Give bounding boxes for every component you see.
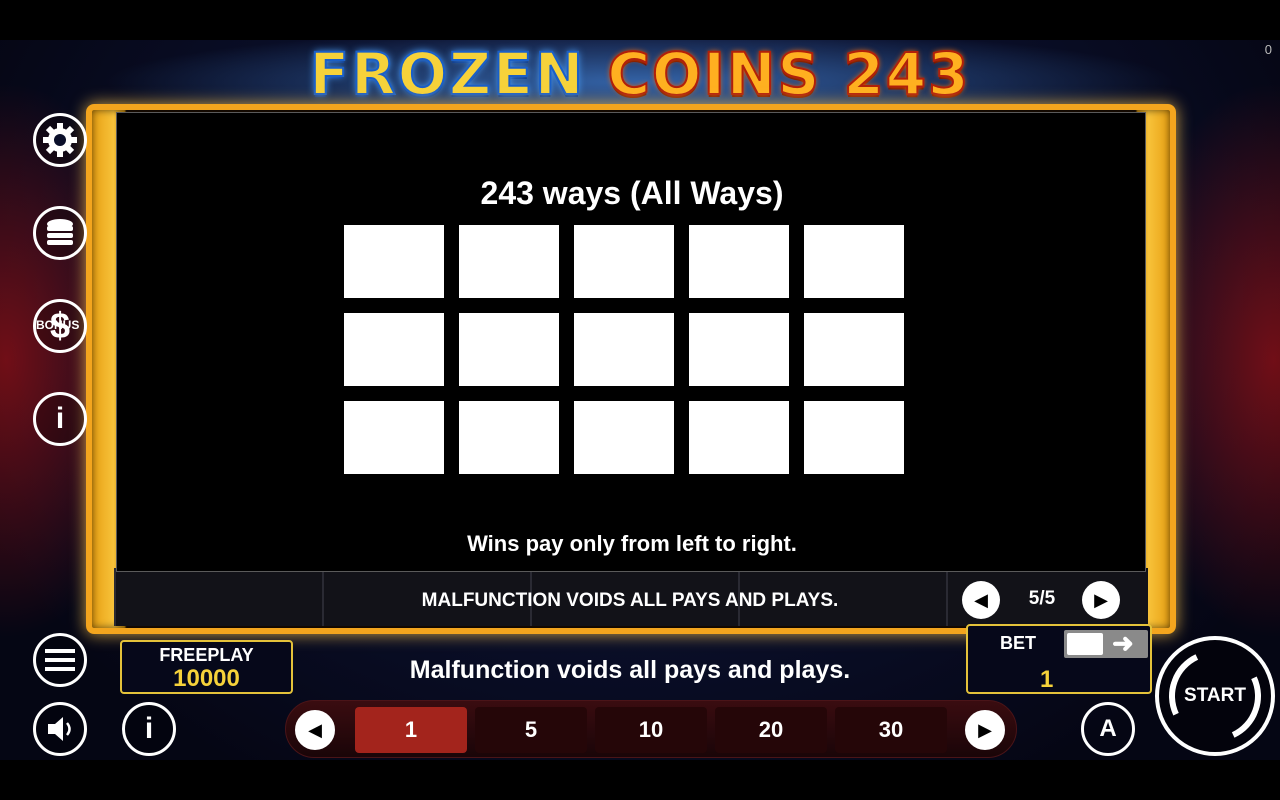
ways-grid-cell	[689, 401, 789, 474]
info-icon: i	[55, 402, 65, 435]
bet-label: BET	[1000, 633, 1036, 653]
bet-prev-button[interactable]: ◀	[295, 710, 335, 750]
bottom-letterbox	[0, 760, 1280, 800]
speaker-icon	[48, 717, 71, 741]
chevron-left-icon: ◀	[308, 719, 322, 740]
logo-coins: COINS 243	[606, 39, 971, 109]
bet-option-30[interactable]: 30	[835, 707, 947, 753]
freeplay-label: FREEPLAY	[159, 645, 254, 665]
bet-box: BET ➜ 1	[966, 624, 1152, 694]
ways-grid-cell	[459, 225, 559, 298]
ways-grid-cell	[804, 401, 904, 474]
coin-stack-button[interactable]	[33, 206, 87, 260]
ways-grid-cell	[344, 313, 444, 386]
chevron-right-icon: ▶	[1094, 589, 1108, 610]
bet-selector: ◀ 1 5 10 20 30 ▶	[285, 700, 1017, 758]
prev-page-button[interactable]: ◀	[962, 581, 1000, 619]
bet-value: 1	[1040, 666, 1054, 693]
ways-grid-cell	[574, 225, 674, 298]
paytable-info-button[interactable]: i	[122, 702, 176, 756]
bonus-label: BONUS	[36, 318, 80, 332]
paytable-pager: ◀ 5/5 ▶	[962, 580, 1122, 620]
corner-counter: 0	[1264, 42, 1272, 57]
top-letterbox	[0, 0, 1280, 40]
freeplay-box: FREEPLAY 10000	[120, 640, 293, 694]
ways-grid	[344, 225, 904, 475]
page-indicator: 5/5	[1028, 588, 1056, 609]
autoplay-button[interactable]: A	[1081, 702, 1135, 756]
ways-grid-cell	[689, 225, 789, 298]
gear-icon	[43, 123, 77, 157]
bet-option-1[interactable]: 1	[355, 707, 467, 753]
ways-grid-cell	[804, 225, 904, 298]
bet-option-10[interactable]: 10	[595, 707, 707, 753]
ways-grid-cell	[344, 401, 444, 474]
coin-stack-icon	[47, 219, 73, 245]
bet-option-5[interactable]: 5	[475, 707, 587, 753]
menu-button[interactable]	[33, 633, 87, 687]
settings-button[interactable]	[33, 113, 87, 167]
game-logo: FROZEN COINS 243	[300, 39, 980, 109]
game-screen: 0 FROZEN COINS 243 243 ways (All Ways) W…	[0, 0, 1280, 800]
ways-grid-cell	[459, 313, 559, 386]
logo-frozen: FROZEN	[308, 39, 586, 109]
info-button[interactable]: i	[33, 392, 87, 446]
chevron-left-icon: ◀	[974, 589, 988, 610]
malfunction-notice: MALFUNCTION VOIDS ALL PAYS AND PLAYS.	[421, 590, 839, 611]
chevron-right-icon: ▶	[978, 719, 992, 740]
bet-next-button[interactable]: ▶	[965, 710, 1005, 750]
paytable-title: 243 ways (All Ways)	[480, 175, 784, 211]
sound-button[interactable]	[33, 702, 87, 756]
start-label: START	[1184, 685, 1246, 706]
bet-option-20[interactable]: 20	[715, 707, 827, 753]
autoplay-icon: A	[1099, 715, 1117, 742]
ways-grid-cell	[459, 401, 559, 474]
freeplay-value: 10000	[173, 665, 240, 692]
ways-grid-cell	[344, 225, 444, 298]
ways-grid-cell	[574, 313, 674, 386]
start-button[interactable]: START	[1155, 636, 1275, 756]
ways-grid-cell	[574, 401, 674, 474]
paytable-panel: 243 ways (All Ways) Wins pay only from l…	[116, 112, 1146, 572]
paytable-note: Wins pay only from left to right.	[467, 531, 797, 556]
arrow-right-icon: ➜	[1112, 628, 1134, 658]
hamburger-menu-icon	[45, 649, 75, 671]
toggle-knob	[1067, 633, 1103, 655]
bet-toggle[interactable]: ➜	[1064, 628, 1148, 658]
reel-1	[114, 568, 322, 626]
ways-grid-cell	[689, 313, 789, 386]
next-page-button[interactable]: ▶	[1082, 581, 1120, 619]
status-message: Malfunction voids all pays and plays.	[409, 656, 851, 684]
ways-grid-cell	[804, 313, 904, 386]
info-icon: i	[144, 712, 154, 745]
